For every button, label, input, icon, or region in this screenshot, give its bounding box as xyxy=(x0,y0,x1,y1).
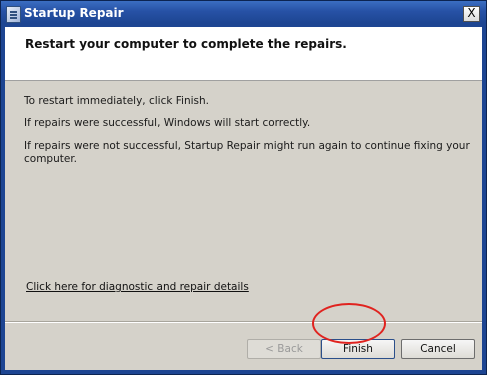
title-bar[interactable]: Startup Repair X xyxy=(1,1,486,27)
finish-button[interactable]: Finish xyxy=(321,339,395,359)
startup-repair-window: Startup Repair X Restart your computer t… xyxy=(0,0,487,375)
restart-instruction-text: To restart immediately, click Finish. xyxy=(24,95,209,107)
window-title: Startup Repair xyxy=(24,6,124,20)
cancel-button[interactable]: Cancel xyxy=(401,339,475,359)
failure-text-line2: computer. xyxy=(24,153,78,165)
dialog-client-area: Restart your computer to complete the re… xyxy=(5,27,482,370)
back-button[interactable]: < Back xyxy=(247,339,321,359)
diagnostic-details-link[interactable]: Click here for diagnostic and repair det… xyxy=(26,281,249,293)
dialog-header: Restart your computer to complete the re… xyxy=(5,27,482,81)
failure-text-line1: If repairs were not successful, Startup … xyxy=(24,140,470,152)
close-button[interactable]: X xyxy=(463,6,480,22)
success-text: If repairs were successful, Windows will… xyxy=(24,117,311,129)
page-heading: Restart your computer to complete the re… xyxy=(25,37,347,51)
button-bar: < Back Finish Cancel xyxy=(5,321,482,371)
startup-repair-icon xyxy=(6,6,21,23)
